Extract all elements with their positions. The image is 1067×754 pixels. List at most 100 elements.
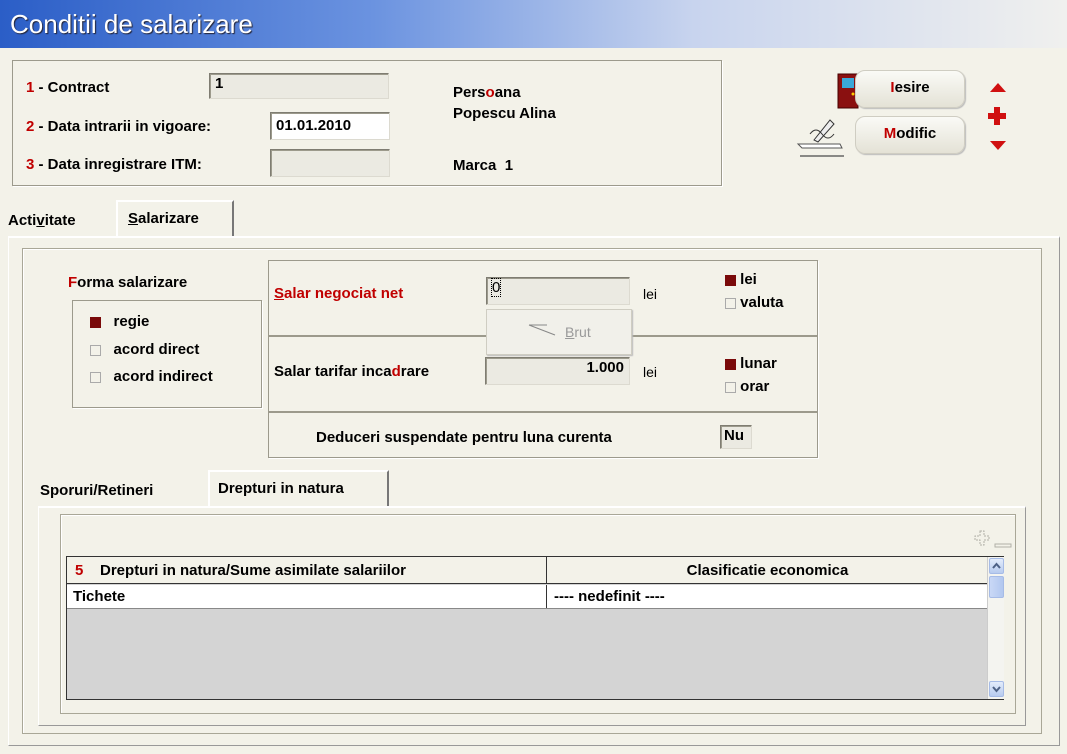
tab-salarizare-hotkey: S	[128, 210, 139, 227]
modific-label: odific	[896, 125, 937, 142]
title-bar: Conditii de salarizare	[0, 0, 1067, 48]
scroll-thumb[interactable]	[989, 576, 1004, 598]
option-regie-label: regie	[113, 313, 150, 330]
lei-unit-2: lei	[643, 364, 658, 380]
radio-moneda-valuta[interactable]	[725, 297, 736, 309]
data-intrarii-field[interactable]: 01.01.2010	[270, 112, 390, 140]
salar-tarifar-post: rare	[400, 363, 430, 380]
option-acord-indirect[interactable]: acord indirect	[90, 368, 213, 385]
subtab-sporuri[interactable]: Sporuri/Retineri	[40, 482, 153, 499]
data-intrarii-label: 2 - Data intrarii in vigoare:	[26, 118, 211, 135]
grid-header: 5 Drepturi in natura/Sume asimilate sala…	[67, 557, 987, 584]
contract-field[interactable]: 1	[209, 73, 389, 99]
salar-tarifar-value: 1.000	[586, 359, 624, 376]
arrow-up-icon[interactable]	[988, 80, 1008, 92]
modific-button[interactable]: Modific	[855, 116, 965, 154]
moneda-valuta-label: valuta	[740, 294, 784, 311]
moneda-lei[interactable]: lei	[725, 271, 757, 288]
tab-salarizare[interactable]: Salarizare	[116, 200, 234, 236]
salar-negociat-label: Salar negociat net	[274, 285, 403, 302]
grid-cell-drepturi[interactable]: Tichete	[67, 585, 547, 608]
data-intrarii-label-text: - Data intrarii in vigoare:	[34, 118, 212, 135]
persoana-post: ana	[494, 84, 521, 101]
perioada-orar-label: orar	[740, 378, 770, 395]
marca: Marca 1	[453, 157, 513, 174]
lei-unit-1: lei	[643, 286, 658, 302]
scroll-up-icon	[992, 562, 1001, 569]
salar-negociat-hotkey: S	[274, 285, 285, 302]
tab-activitate-post: itate	[44, 212, 76, 229]
remove-row-icon[interactable]	[994, 536, 1012, 548]
salar-negociat-text: alar negociat net	[284, 285, 404, 302]
scroll-down-icon	[992, 686, 1001, 693]
window-title: Conditii de salarizare	[10, 9, 253, 39]
data-intrarii-value: 01.01.2010	[276, 117, 352, 134]
persoana-pre: Pers	[453, 84, 486, 101]
persoana-hotkey: o	[485, 84, 495, 101]
deduceri-value: Nu	[724, 427, 744, 444]
tab-activitate[interactable]: Activitate	[8, 212, 76, 229]
deduceri-label: Deduceri suspendate pentru luna curenta	[316, 429, 612, 446]
brut-button[interactable]: Brut	[486, 309, 632, 355]
option-acord-direct[interactable]: acord direct	[90, 341, 199, 358]
grid-col-number: 5	[75, 562, 84, 579]
radio-orar[interactable]	[725, 381, 736, 393]
data-itm-label: 3 - Data inregistrare ITM:	[26, 156, 202, 173]
forma-hotkey: F	[68, 274, 78, 291]
radio-lunar[interactable]	[725, 358, 736, 370]
grid-col-clasificatie[interactable]: Clasificatie economica	[548, 557, 987, 583]
contract-value: 1	[215, 75, 224, 92]
radio-regie[interactable]	[90, 316, 101, 328]
table-row[interactable]: Tichete ---- nedefinit ----	[67, 585, 987, 609]
salar-tarifar-label: Salar tarifar incadrare	[274, 363, 429, 380]
salar-tarifar-hotkey: d	[391, 363, 401, 380]
forma-title-text: orma salarizare	[77, 274, 188, 291]
salar-tarifar-field[interactable]: 1.000	[485, 357, 630, 385]
radio-acord-indirect[interactable]	[90, 371, 101, 383]
radio-acord-direct[interactable]	[90, 344, 101, 356]
forma-salarizare-title: Forma salarizare	[68, 274, 187, 291]
contract-label: 1 - Contract	[26, 79, 109, 96]
deduceri-field[interactable]: Nu	[720, 425, 752, 449]
brut-label: rut	[574, 324, 591, 340]
brut-arrow-icon	[527, 310, 557, 354]
perioada-orar[interactable]: orar	[725, 378, 769, 395]
add-row-icon[interactable]	[974, 530, 990, 546]
drepturi-grid: 5 Drepturi in natura/Sume asimilate sala…	[66, 556, 1004, 700]
salar-negociat-field[interactable]: 0	[486, 277, 630, 305]
contract-label-text: - Contract	[34, 79, 110, 96]
grid-cell-clasificatie[interactable]: ---- nedefinit ----	[548, 585, 987, 608]
marca-label: Marca	[453, 157, 497, 174]
option-acord-indirect-label: acord indirect	[113, 368, 213, 385]
subtab-drepturi[interactable]: Drepturi in natura	[208, 470, 389, 506]
tab-salarizare-label: alarizare	[138, 210, 199, 227]
modific-hotkey: M	[883, 125, 897, 142]
iesire-button[interactable]: Iesire	[855, 70, 965, 108]
radio-moneda-lei[interactable]	[725, 274, 736, 286]
option-regie[interactable]: regie	[90, 313, 149, 330]
perioada-lunar-label: lunar	[740, 355, 777, 372]
salar-tarifar-pre: Salar tarifar inca	[274, 363, 392, 380]
persoana-label: Persoana	[453, 84, 521, 101]
grid-col-drepturi-label: Drepturi in natura/Sume asimilate salari…	[100, 562, 406, 579]
grid-col-drepturi[interactable]: 5 Drepturi in natura/Sume asimilate sala…	[67, 557, 547, 583]
persoana-name: Popescu Alina	[453, 105, 556, 122]
moneda-valuta[interactable]: valuta	[725, 294, 784, 311]
data-itm-label-text: - Data inregistrare ITM:	[34, 156, 202, 173]
iesire-label: esire	[894, 79, 930, 96]
salar-negociat-value: 0	[490, 278, 502, 297]
marca-value: 1	[504, 157, 514, 174]
brut-hotkey: B	[565, 324, 575, 340]
scroll-down-button[interactable]	[989, 681, 1004, 697]
edit-pen-icon[interactable]	[796, 112, 848, 160]
tab-activitate-hotkey: v	[36, 212, 45, 229]
plus-icon[interactable]	[987, 106, 1007, 126]
option-acord-direct-label: acord direct	[113, 341, 200, 358]
arrow-down-icon[interactable]	[988, 139, 1008, 151]
scroll-up-button[interactable]	[989, 558, 1004, 574]
perioada-lunar[interactable]: lunar	[725, 355, 777, 372]
data-itm-field[interactable]	[270, 149, 390, 177]
moneda-lei-label: lei	[740, 271, 757, 288]
grid-scrollbar[interactable]	[987, 557, 1004, 699]
tab-activitate-pre: Acti	[8, 212, 37, 229]
